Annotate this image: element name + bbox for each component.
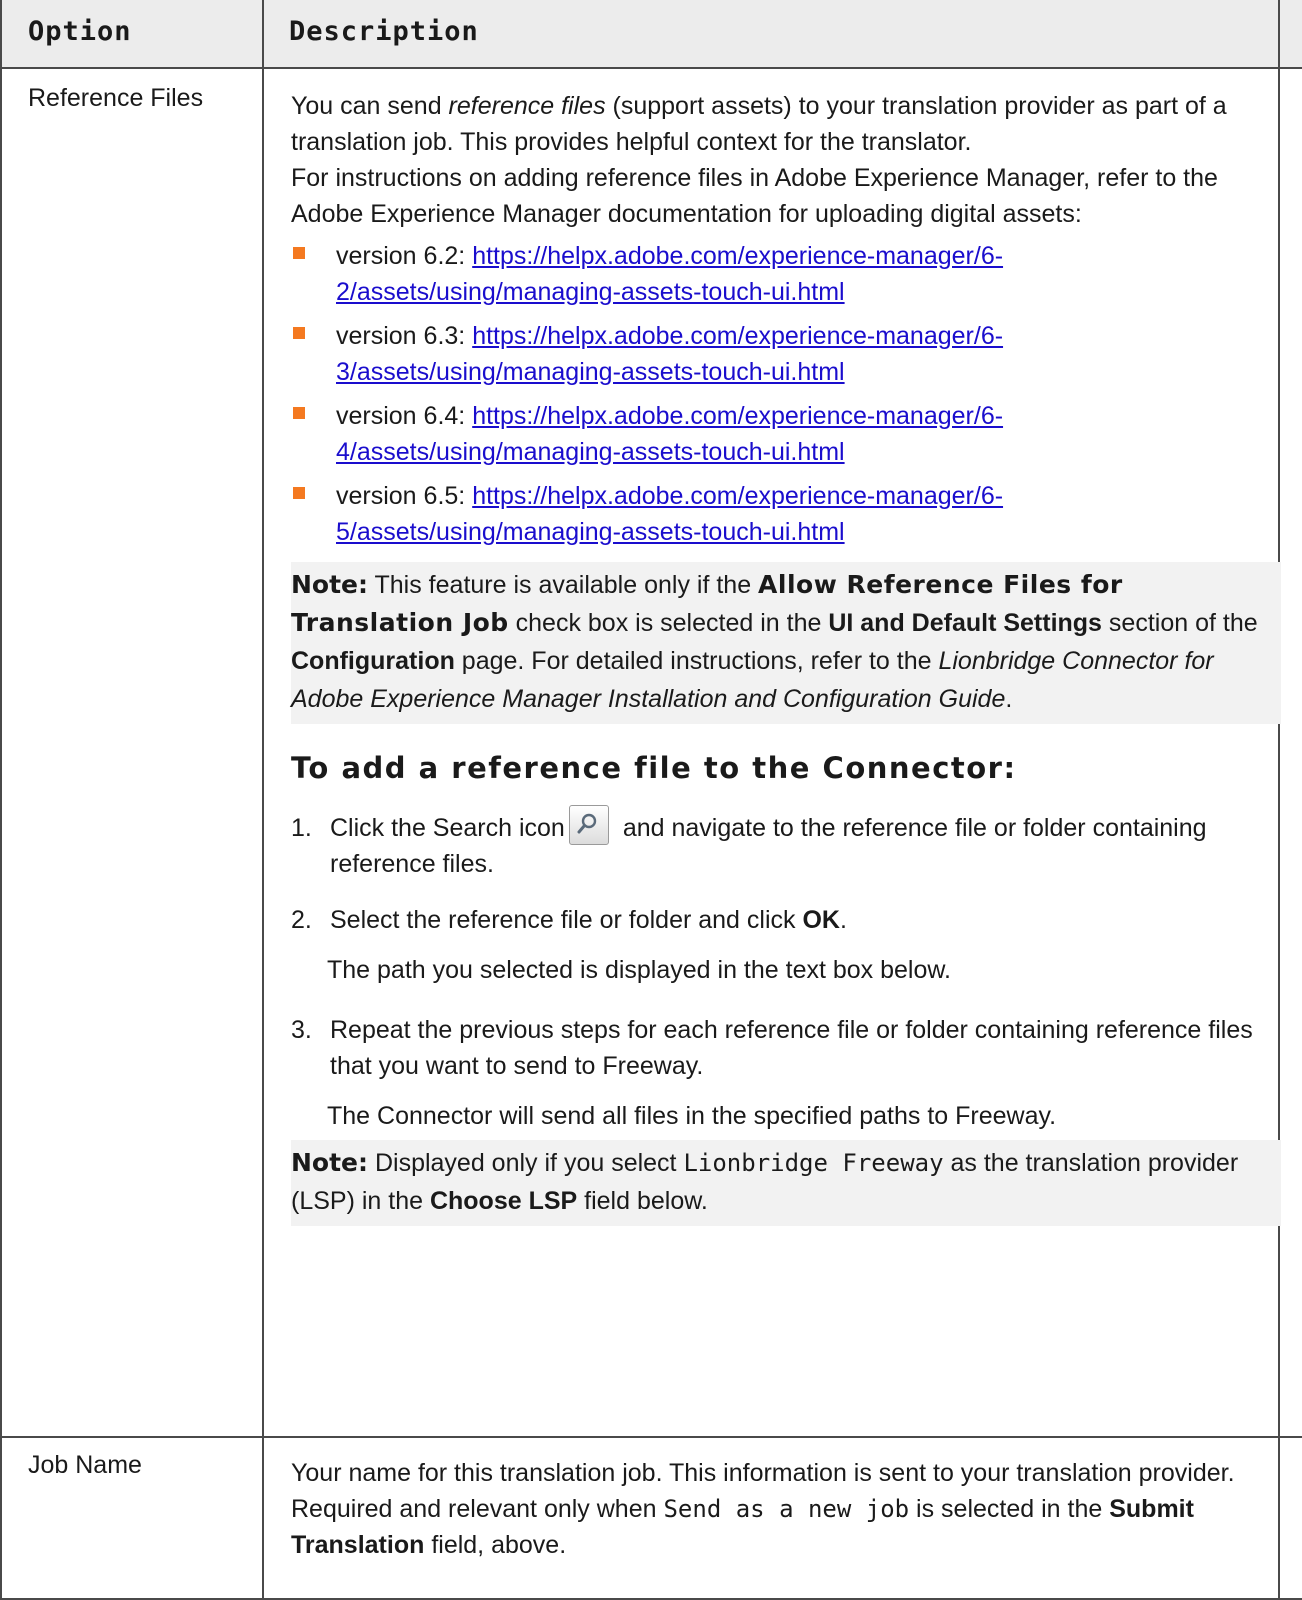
- row-divider: [0, 1436, 1302, 1438]
- job-name-line-1: Your name for this translation job. This…: [291, 1459, 1235, 1487]
- bullet-square-icon: [293, 247, 305, 259]
- bullet-square-icon: [293, 407, 305, 419]
- table-header: Option Description: [0, 0, 1302, 69]
- step-3-result: The Connector will send all files in the…: [327, 1102, 1057, 1130]
- note-reference-files-setting: Note: This feature is available only if …: [291, 562, 1281, 724]
- list-item: version 6.3: https://helpx.adobe.com/exp…: [291, 318, 1281, 390]
- reference-files-term: reference files: [448, 92, 606, 120]
- note-freeway-only: Note: Displayed only if you select Lionb…: [291, 1140, 1281, 1226]
- reference-files-description: You can send reference files (support as…: [291, 88, 1281, 1226]
- list-item: version 6.2: https://helpx.adobe.com/exp…: [291, 238, 1281, 310]
- options-table: Option Description Reference Files You c…: [0, 0, 1302, 1600]
- step-2: 2. Select the reference file or folder a…: [291, 906, 847, 934]
- job-name-description: Your name for this translation job. This…: [291, 1455, 1281, 1563]
- header-description: Description: [289, 16, 479, 47]
- option-job-name: Job Name: [28, 1451, 142, 1479]
- step-1: 1. Click the Search icon and navigate to …: [291, 805, 1281, 882]
- intro-paragraph: You can send reference files (support as…: [291, 92, 1227, 156]
- bullet-square-icon: [293, 327, 305, 339]
- instructions-paragraph: For instructions on adding reference fil…: [291, 164, 1218, 228]
- version-links-list: version 6.2: https://helpx.adobe.com/exp…: [291, 238, 1281, 550]
- bullet-square-icon: [293, 487, 305, 499]
- option-reference-files: Reference Files: [28, 84, 204, 112]
- step-2-result: The path you selected is displayed in th…: [327, 956, 951, 984]
- job-name-line-2: Required and relevant only when Send as …: [291, 1495, 1194, 1559]
- list-item: version 6.5: https://helpx.adobe.com/exp…: [291, 478, 1281, 550]
- table-border-left: [0, 0, 2, 1600]
- list-item: version 6.4: https://helpx.adobe.com/exp…: [291, 398, 1281, 470]
- step-3: 3. Repeat the previous steps for each re…: [291, 1016, 1253, 1080]
- column-divider: [262, 0, 264, 1600]
- header-option: Option: [28, 16, 132, 47]
- search-icon: [568, 805, 609, 846]
- procedure-heading: To add a reference file to the Connector…: [291, 751, 1017, 785]
